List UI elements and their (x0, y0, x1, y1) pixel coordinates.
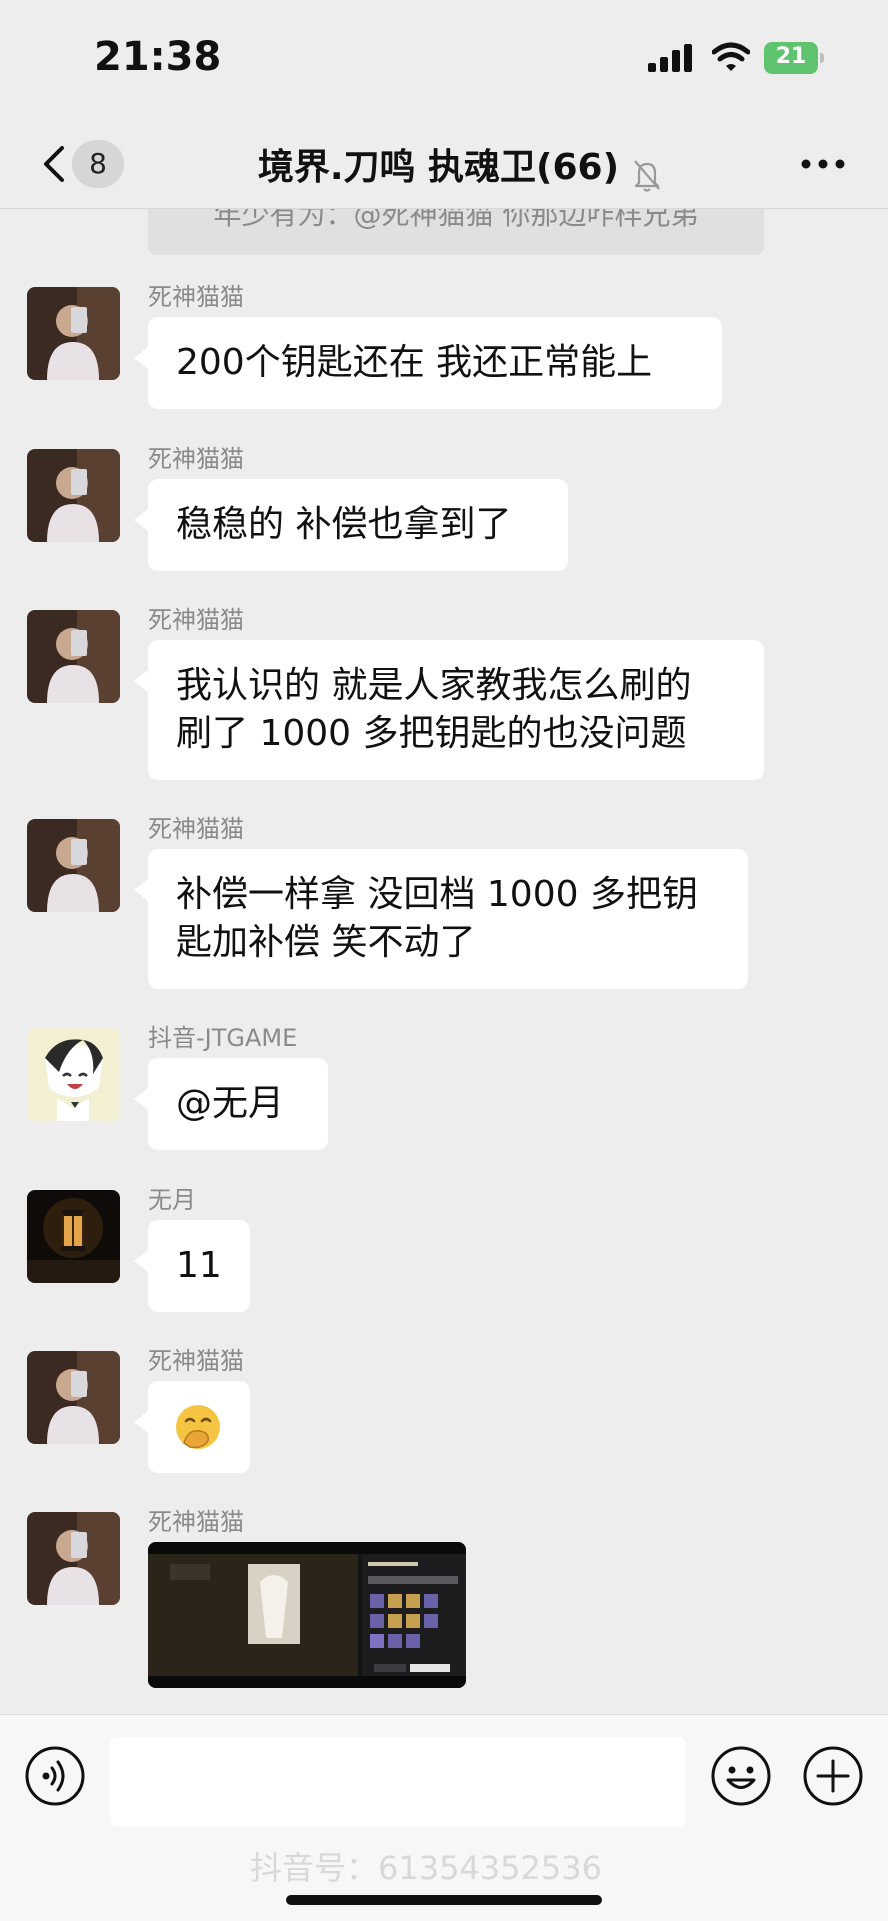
chat-header: 8 境界.刀鸣 执魂卫(66) (0, 120, 888, 209)
message-text: 我认识的 就是人家教我怎么刷的 刷了 1000 多把钥匙的也没问题 (176, 665, 692, 754)
message-bubble[interactable]: 补偿一样拿 没回档 1000 多把钥 匙加补偿 笑不动了 (134, 849, 748, 989)
sender-name: 死神猫猫 (148, 283, 244, 311)
watermark: 抖音号：61354352536 (250, 1849, 602, 1887)
back-button[interactable]: 8 (30, 134, 140, 194)
sender-name: 死神猫猫 (148, 1347, 244, 1375)
game-screenshot-thumbnail (148, 1542, 466, 1688)
add-more-icon[interactable] (802, 1745, 864, 1807)
message-bubble[interactable]: 11 (134, 1220, 250, 1312)
avatar[interactable] (27, 1351, 120, 1444)
message-input[interactable] (110, 1737, 686, 1827)
avatar[interactable] (27, 1028, 120, 1121)
voice-input-icon[interactable] (24, 1745, 86, 1807)
message-bubble[interactable]: 我认识的 就是人家教我怎么刷的 刷了 1000 多把钥匙的也没问题 (134, 640, 764, 780)
sender-name: 死神猫猫 (148, 1508, 244, 1536)
quoted-message: 年少有为：@死神猫猫 你那边咋样兄弟 (148, 209, 764, 255)
status-bar: 21:38 21 (0, 0, 888, 120)
message-bubble[interactable]: 稳稳的 补偿也拿到了 (134, 479, 568, 571)
chat-title-area: 境界.刀鸣 执魂卫(66) (200, 138, 720, 192)
message-text: 补偿一样拿 没回档 1000 多把钥 匙加补偿 笑不动了 (176, 874, 698, 963)
avatar[interactable] (27, 449, 120, 542)
sender-name: 死神猫猫 (148, 815, 244, 843)
message-bubble[interactable]: 200个钥匙还在 我还正常能上 (134, 317, 722, 409)
message-text: 200个钥匙还在 我还正常能上 (176, 342, 653, 383)
home-indicator[interactable] (286, 1895, 602, 1905)
message-text: 稳稳的 补偿也拿到了 (176, 504, 512, 545)
battery-level: 21 (775, 44, 807, 69)
emoji-icon[interactable] (710, 1745, 772, 1807)
avatar[interactable] (27, 1512, 120, 1605)
more-options-icon[interactable] (800, 144, 846, 184)
sender-name: 无月 (148, 1186, 196, 1214)
avatar[interactable] (27, 287, 120, 380)
sender-name: 死神猫猫 (148, 606, 244, 634)
battery-indicator: 21 (764, 42, 824, 74)
input-bar: 抖音号：61354352536 (0, 1714, 888, 1921)
unread-count-badge: 8 (72, 140, 124, 188)
message-text: @无月 (176, 1083, 285, 1124)
chat-title: 境界.刀鸣 执魂卫(66) (257, 147, 620, 188)
sender-name: 抖音-JTGAME (148, 1024, 298, 1052)
avatar[interactable] (27, 819, 120, 912)
status-time: 21:38 (94, 34, 222, 80)
sender-name: 死神猫猫 (148, 445, 244, 473)
cellular-signal-icon (648, 44, 692, 72)
image-message[interactable] (148, 1542, 466, 1688)
avatar[interactable] (27, 1190, 120, 1283)
message-bubble[interactable] (134, 1381, 250, 1473)
smirk-emoji-icon (176, 1405, 220, 1449)
chevron-left-icon (44, 146, 64, 182)
avatar[interactable] (27, 610, 120, 703)
muted-bell-icon (634, 159, 660, 192)
message-list[interactable]: 年少有为：@死神猫猫 你那边咋样兄弟 死神猫猫 200个钥匙还在 我还正常能上 … (0, 209, 888, 1714)
wifi-icon (712, 42, 750, 71)
message-bubble[interactable]: @无月 (134, 1058, 328, 1150)
message-text: 11 (176, 1245, 222, 1286)
